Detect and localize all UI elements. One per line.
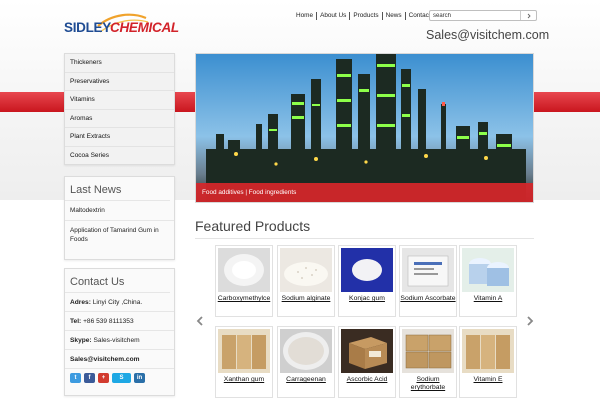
product-card[interactable]: Sodium alginate <box>277 245 335 317</box>
last-news-title: Last News <box>65 177 170 201</box>
product-name-link[interactable]: Konjac gum <box>339 295 395 303</box>
logo-word-chemical: CHEMICAL <box>110 20 179 35</box>
contact-email[interactable]: Sales@visitchem.com <box>65 350 174 369</box>
category-cocoa-series[interactable]: Cocoa Series <box>65 147 174 166</box>
site-logo[interactable]: SIDLEY CHEMICAL <box>64 12 184 40</box>
contact-title: Contact Us <box>65 269 170 293</box>
product-name-link[interactable]: Carboxymethylce <box>216 295 272 303</box>
category-thickeners[interactable]: Thickeners <box>65 54 174 73</box>
tel-value: +86 539 8111353 <box>83 318 134 325</box>
product-image[interactable] <box>218 248 270 292</box>
product-card[interactable]: Carrageenan <box>277 326 335 398</box>
product-name-link[interactable]: Vitamin E <box>460 376 516 384</box>
contact-address: Adres: Linyi City ,China. <box>65 293 174 312</box>
social-links: t f + Sin <box>65 369 174 387</box>
search-button[interactable] <box>520 11 536 20</box>
category-menu: Thickeners Preservatives Vitamins Aromas… <box>64 53 175 165</box>
featured-products-grid: Carboxymethylce Sodium alginate Konjac gum… <box>215 245 520 400</box>
contact-skype: Skype: Sales-visitchem <box>65 331 174 350</box>
twitter-icon[interactable]: t <box>70 373 81 383</box>
hero-banner[interactable]: Food additives | Food ingredients <box>195 53 534 203</box>
refinery-night-image <box>196 54 533 202</box>
product-name-link[interactable]: Sodium alginate <box>278 295 334 303</box>
product-image[interactable] <box>280 329 332 373</box>
product-name-link[interactable]: Xanthan gum <box>216 376 272 384</box>
product-card[interactable]: Ascorbic Acid <box>338 326 396 398</box>
product-name-link[interactable]: Vitamin A <box>460 295 516 303</box>
search-input[interactable] <box>430 11 520 20</box>
contact-email-value[interactable]: Sales@visitchem.com <box>70 356 139 363</box>
news-item-maltodextrin[interactable]: Maltodextrin <box>65 201 174 221</box>
category-plant-extracts[interactable]: Plant Extracts <box>65 128 174 147</box>
header-email[interactable]: Sales@visitchem.com <box>426 28 549 42</box>
category-aromas[interactable]: Aromas <box>65 110 174 129</box>
product-name-link[interactable]: Ascorbic Acid <box>339 376 395 384</box>
address-value: Linyi City ,China. <box>92 299 143 306</box>
product-image[interactable] <box>402 329 454 373</box>
product-card[interactable]: Vitamin A <box>459 245 517 317</box>
share-icon[interactable]: + <box>98 373 109 383</box>
search-box <box>429 10 537 21</box>
top-navigation: Home About Us Products News Contact Us <box>293 12 443 20</box>
carousel-prev-icon[interactable] <box>196 316 204 326</box>
product-image[interactable] <box>218 329 270 373</box>
nav-products[interactable]: Products <box>350 12 383 20</box>
category-preservatives[interactable]: Preservatives <box>65 73 174 92</box>
product-name-link[interactable]: Carrageenan <box>278 376 334 384</box>
category-vitamins[interactable]: Vitamins <box>65 91 174 110</box>
product-card[interactable]: Konjac gum <box>338 245 396 317</box>
skype-value: Sales-visitchem <box>93 337 140 344</box>
featured-products-title: Featured Products <box>195 218 311 234</box>
nav-home[interactable]: Home <box>293 12 318 20</box>
linkedin-icon[interactable]: in <box>134 373 145 383</box>
product-card[interactable]: Vitamin E <box>459 326 517 398</box>
product-image[interactable] <box>462 329 514 373</box>
carousel-next-icon[interactable] <box>526 316 534 326</box>
nav-about-us[interactable]: About Us <box>317 12 351 20</box>
product-image[interactable] <box>402 248 454 292</box>
product-image[interactable] <box>280 248 332 292</box>
product-name-link[interactable]: Sodium Ascorbate <box>400 295 456 303</box>
last-news-panel: Last News Maltodextrin Application of Ta… <box>64 176 175 260</box>
product-image[interactable] <box>341 329 393 373</box>
address-label: Adres: <box>70 299 91 306</box>
nav-news[interactable]: News <box>383 12 406 20</box>
contact-tel: Tel: +86 539 8111353 <box>65 312 174 331</box>
product-image[interactable] <box>341 248 393 292</box>
product-card[interactable]: Carboxymethylce <box>215 245 273 317</box>
featured-divider <box>195 238 534 239</box>
skype-label: Skype: <box>70 337 92 344</box>
product-card[interactable]: Sodium erythorbate <box>399 326 457 398</box>
banner-caption: Food additives | Food ingredients <box>196 183 533 202</box>
contact-panel: Contact Us Adres: Linyi City ,China. Tel… <box>64 268 175 396</box>
tel-label: Tel: <box>70 318 82 325</box>
product-image[interactable] <box>462 248 514 292</box>
logo-word-sidley: SIDLEY <box>64 20 111 35</box>
product-card[interactable]: Xanthan gum <box>215 326 273 398</box>
product-name-link[interactable]: Sodium erythorbate <box>400 376 456 392</box>
news-item-tamarind-gum[interactable]: Application of Tamarind Gum in Foods <box>65 221 174 249</box>
product-card[interactable]: Sodium Ascorbate <box>399 245 457 317</box>
chevron-right-icon <box>527 13 531 18</box>
skype-icon[interactable]: S <box>112 373 131 383</box>
facebook-icon[interactable]: f <box>84 373 95 383</box>
